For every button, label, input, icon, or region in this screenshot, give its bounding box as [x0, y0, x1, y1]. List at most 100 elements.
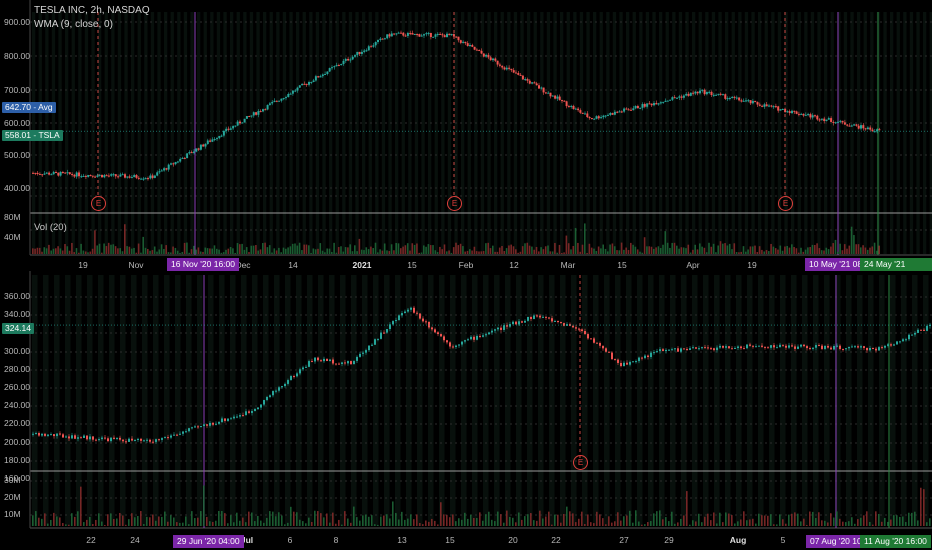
avg-price-badge: 642.70 - Avg: [2, 102, 56, 113]
volume-bar: [863, 515, 865, 526]
session-shade: [546, 12, 551, 254]
candle-body: [213, 139, 216, 141]
candle-body: [866, 347, 868, 351]
session-shade: [434, 12, 438, 254]
symbol-legend[interactable]: TESLA INC, 2h, NASDAQ: [34, 5, 150, 16]
volume-bar: [809, 246, 811, 254]
candle-body: [263, 400, 265, 405]
volume-bar: [683, 515, 685, 526]
candle-body: [593, 118, 596, 120]
candle-body: [574, 108, 577, 110]
volume-bar: [418, 252, 420, 254]
volume-tick: 40M: [4, 232, 21, 242]
candle-body: [423, 34, 425, 36]
candle-body: [282, 98, 285, 100]
candle-body: [89, 175, 92, 177]
volume-bar: [773, 524, 775, 526]
volume-bar: [195, 249, 197, 254]
earnings-icon[interactable]: E: [447, 196, 462, 211]
session-shade: [342, 12, 346, 254]
volume-bar: [317, 511, 319, 526]
top-price-chart[interactable]: [0, 0, 932, 271]
volume-bar: [82, 250, 85, 254]
candle-body: [290, 376, 292, 381]
candle-body: [590, 118, 593, 120]
volume-bar: [466, 250, 469, 254]
candle-body: [158, 171, 161, 173]
candle-body: [648, 103, 651, 105]
x-tick: 22: [551, 535, 561, 545]
volume-legend[interactable]: Vol (20): [34, 222, 67, 233]
volume-bar: [92, 524, 94, 526]
candle-body: [560, 322, 562, 324]
session-shade: [362, 275, 368, 526]
earnings-icon[interactable]: E: [91, 196, 106, 211]
candle-body: [478, 50, 481, 52]
session-shade: [186, 275, 192, 526]
volume-bar: [662, 519, 664, 526]
candle-body: [722, 94, 724, 96]
volume-bar: [365, 247, 368, 254]
session-shade: [340, 275, 346, 526]
candle-body: [662, 101, 665, 103]
volume-bar: [893, 515, 895, 526]
candle-body: [749, 100, 752, 104]
volume-bar: [128, 246, 131, 254]
volume-bar: [533, 520, 535, 526]
candle-body: [489, 57, 492, 61]
volume-bar: [605, 524, 607, 526]
volume-bar: [213, 245, 216, 254]
candle-body: [427, 32, 430, 34]
volume-bar: [802, 251, 805, 254]
top-chart-pane[interactable]: TESLA INC, 2h, NASDAQ WMA (9, close, 0) …: [0, 0, 932, 271]
candle-body: [140, 178, 143, 180]
candle-body: [704, 347, 706, 349]
session-shade: [780, 275, 786, 526]
bottom-price-chart[interactable]: [0, 271, 932, 550]
candle-body: [599, 343, 601, 346]
volume-bar: [263, 522, 265, 526]
volume-bar: [386, 514, 388, 526]
candle-body: [411, 33, 414, 35]
volume-bar: [209, 521, 211, 526]
volume-bar: [485, 243, 487, 254]
volume-bar: [347, 518, 349, 526]
volume-bar: [510, 244, 512, 254]
candle-body: [698, 348, 700, 350]
candle-body: [719, 345, 721, 348]
earnings-icon[interactable]: E: [778, 196, 793, 211]
session-shade: [830, 12, 834, 254]
candle-body: [400, 32, 402, 34]
candle-body: [547, 92, 550, 94]
candle-body: [53, 434, 55, 437]
indicator-legend[interactable]: WMA (9, close, 0): [34, 19, 113, 30]
volume-bar: [578, 518, 580, 526]
volume-bar: [547, 245, 549, 254]
candle-body: [641, 357, 643, 359]
candle-body: [317, 76, 320, 78]
volume-bar: [542, 518, 544, 526]
earnings-icon[interactable]: E: [573, 455, 588, 470]
candle-body: [446, 340, 448, 343]
candle-body: [572, 105, 575, 110]
bottom-chart-pane[interactable]: 360.00 340.00 300.00 280.00 260.00 240.0…: [0, 271, 932, 550]
volume-bar: [812, 511, 814, 526]
candle-body: [629, 361, 631, 365]
volume-bar: [770, 243, 772, 254]
volume-bar: [107, 242, 110, 254]
session-shade: [632, 12, 636, 254]
candle-body: [625, 108, 628, 110]
volume-bar: [312, 248, 315, 254]
candle-body: [586, 113, 589, 118]
volume-bar: [351, 251, 354, 254]
volume-bar: [432, 245, 434, 254]
candle-body: [816, 115, 819, 120]
session-shade: [175, 275, 181, 526]
x-tick: 27: [619, 535, 629, 545]
volume-bar: [104, 524, 106, 526]
volume-bar: [657, 246, 660, 254]
candle-body: [479, 335, 481, 337]
volume-bar: [395, 242, 397, 254]
volume-bar: [103, 243, 105, 254]
candle-body: [458, 344, 460, 346]
